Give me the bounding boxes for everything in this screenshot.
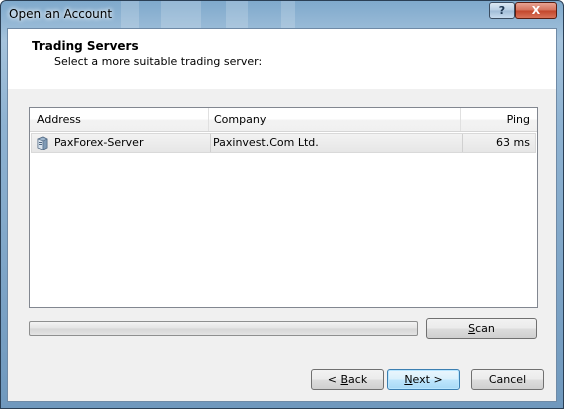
scan-button-label: can (475, 322, 495, 335)
scan-progress-bar (29, 321, 418, 336)
server-icon (37, 136, 48, 150)
title-bar-decoration (226, 1, 248, 28)
title-bar-decoration (281, 1, 295, 28)
dialog-window: Open an Account ? X Trading Servers Sele… (0, 0, 564, 409)
cell-divider (210, 134, 211, 152)
next-button-accesskey: N (404, 373, 413, 386)
close-icon: X (531, 4, 541, 17)
server-ping: 63 ms (496, 136, 530, 149)
server-company: Paxinvest.Com Ltd. (213, 136, 319, 149)
wizard-header: Trading Servers Select a more suitable t… (8, 29, 556, 89)
server-list-header: Address Company Ping (30, 108, 537, 132)
title-bar[interactable]: Open an Account ? X (1, 1, 563, 28)
page-title: Trading Servers (32, 39, 139, 53)
help-icon: ? (498, 4, 506, 17)
back-button[interactable]: < Back (311, 369, 384, 390)
page-subtitle: Select a more suitable trading server: (54, 55, 263, 68)
column-header-address[interactable]: Address (30, 108, 209, 131)
window-title: Open an Account (9, 7, 113, 21)
back-button-accesskey: B (340, 373, 349, 386)
server-list[interactable]: Address Company Ping PaxForex-Server Pax… (29, 107, 538, 308)
help-button[interactable]: ? (489, 2, 515, 19)
table-row[interactable]: PaxForex-Server Paxinvest.Com Ltd. 63 ms (31, 133, 536, 153)
close-button[interactable]: X (515, 2, 557, 19)
back-button-label: ack (348, 373, 368, 386)
back-button-arrow: < (327, 373, 341, 386)
dialog-client-area: Trading Servers Select a more suitable t… (7, 28, 557, 402)
column-header-ping[interactable]: Ping (461, 108, 537, 131)
cell-divider (462, 134, 463, 152)
next-button-label: ext > (412, 373, 443, 386)
next-button[interactable]: Next > (387, 369, 460, 390)
header-divider (8, 88, 556, 89)
title-bar-decoration (121, 1, 139, 28)
cancel-button[interactable]: Cancel (471, 369, 544, 390)
column-header-company[interactable]: Company (209, 108, 461, 131)
scan-button[interactable]: Scan (426, 318, 537, 339)
server-address: PaxForex-Server (54, 136, 144, 149)
title-bar-decoration (161, 1, 201, 28)
